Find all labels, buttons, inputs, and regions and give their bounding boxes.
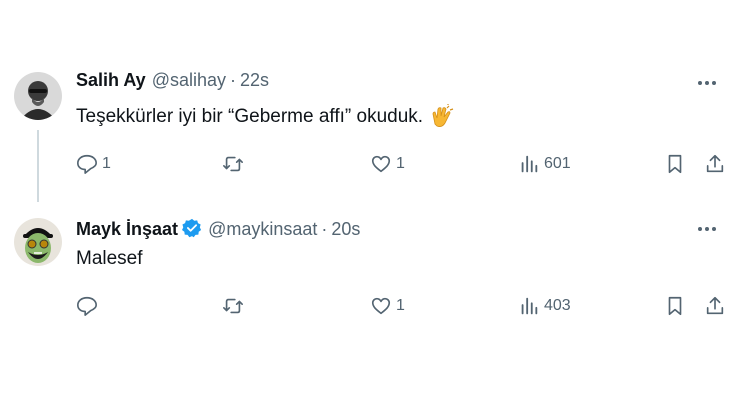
share-icon [706, 154, 724, 173]
views-button[interactable]: 601 [518, 150, 571, 178]
like-button[interactable]: 1 [370, 292, 405, 320]
avatar-image [14, 218, 62, 266]
retweet-icon [223, 298, 243, 314]
tweet-header: Mayk İnşaat @maykinsaat · 20s [76, 215, 360, 240]
avatar-image [14, 72, 62, 120]
tweet-text-container: Teşekkürler iyi bir “Geberme affı” okudu… [76, 104, 455, 130]
display-name[interactable]: Mayk İnşaat [76, 219, 178, 240]
view-count: 601 [544, 155, 571, 172]
reply-button[interactable]: 1 [76, 150, 111, 178]
retweet-icon [223, 156, 243, 172]
bookmark-button[interactable] [664, 292, 686, 320]
heart-icon [371, 297, 391, 315]
tweet-actions-bar: 1 1 601 [0, 150, 730, 178]
bookmark-icon [668, 296, 682, 316]
timestamp[interactable]: 20s [331, 219, 360, 240]
views-chart-icon [521, 297, 538, 315]
more-dots-icon [698, 227, 716, 231]
views-button[interactable]: 403 [518, 292, 571, 320]
reply-icon [77, 154, 97, 174]
share-icon [706, 296, 724, 315]
username-handle[interactable]: @salihay [152, 70, 226, 91]
views-chart-icon [521, 155, 538, 173]
separator-dot: · [321, 219, 328, 239]
reply-count: 1 [102, 155, 111, 172]
tweet-text: Malesef [76, 248, 143, 269]
avatar[interactable] [14, 218, 62, 266]
tweet-text: Teşekkürler iyi bir “Geberme affı” okudu… [76, 106, 424, 127]
retweet-button[interactable] [222, 150, 248, 178]
username-handle[interactable]: @maykinsaat [208, 219, 317, 240]
like-count: 1 [396, 297, 405, 314]
clapping-hands-icon [432, 104, 454, 127]
retweet-button[interactable] [222, 292, 248, 320]
view-count: 403 [544, 297, 571, 314]
timestamp[interactable]: 22s [240, 70, 269, 91]
reply-icon [77, 296, 97, 316]
more-dots-icon [698, 81, 716, 85]
like-count: 1 [396, 155, 405, 172]
reply-button[interactable] [76, 292, 102, 320]
more-options-button[interactable] [696, 72, 718, 94]
separator-dot: · [230, 70, 237, 90]
like-button[interactable]: 1 [370, 150, 405, 178]
share-button[interactable] [704, 292, 726, 320]
tweet-text-container: Malesef [76, 248, 143, 270]
bookmark-button[interactable] [664, 150, 686, 178]
bookmark-icon [668, 154, 682, 174]
tweet-header: Salih Ay @salihay · 22s [76, 70, 269, 91]
more-options-button[interactable] [696, 218, 718, 240]
tweet-actions-bar: 1 403 [0, 292, 730, 320]
verified-badge-icon[interactable] [182, 218, 202, 238]
display-name[interactable]: Salih Ay [76, 70, 146, 91]
share-button[interactable] [704, 150, 726, 178]
heart-icon [371, 155, 391, 173]
avatar[interactable] [14, 72, 62, 120]
